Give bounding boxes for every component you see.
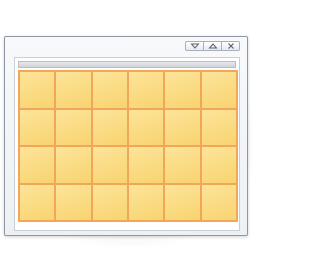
grid-cell[interactable] (92, 109, 127, 145)
grid-cell[interactable] (20, 184, 55, 220)
grid-cell[interactable] (201, 184, 236, 220)
grid-cell[interactable] (56, 147, 91, 183)
grid-cell[interactable] (20, 109, 55, 145)
triangle-up-icon (208, 43, 217, 49)
grid-cell[interactable] (201, 109, 236, 145)
grid-cell[interactable] (128, 72, 164, 108)
window-content (14, 57, 240, 231)
grid-cell[interactable] (56, 109, 91, 145)
grid-cell[interactable] (165, 147, 200, 183)
maximize-button[interactable] (203, 42, 221, 50)
column-header-bar (18, 61, 236, 68)
close-button[interactable] (221, 42, 239, 50)
grid-cell[interactable] (56, 184, 91, 220)
grid-cell[interactable] (128, 109, 164, 145)
grid-cell[interactable] (92, 147, 127, 183)
window-controls (185, 41, 240, 51)
title-bar[interactable] (5, 37, 247, 55)
application-window (4, 36, 248, 236)
grid-cell[interactable] (201, 72, 236, 108)
grid-cell[interactable] (92, 72, 127, 108)
chevron-down-icon (190, 43, 199, 49)
grid-cell[interactable] (128, 147, 164, 183)
grid-cell[interactable] (165, 72, 200, 108)
grid-cell[interactable] (92, 184, 127, 220)
window-icon (0, 0, 256, 256)
grid-cell[interactable] (128, 184, 164, 220)
calendar-grid (18, 70, 238, 222)
grid-cell[interactable] (165, 109, 200, 145)
close-icon (227, 43, 234, 49)
grid-cell[interactable] (165, 184, 200, 220)
minimize-button[interactable] (186, 42, 203, 50)
grid-cell[interactable] (20, 72, 55, 108)
grid-cell[interactable] (201, 147, 236, 183)
grid-cell[interactable] (56, 72, 91, 108)
grid-cell[interactable] (20, 147, 55, 183)
